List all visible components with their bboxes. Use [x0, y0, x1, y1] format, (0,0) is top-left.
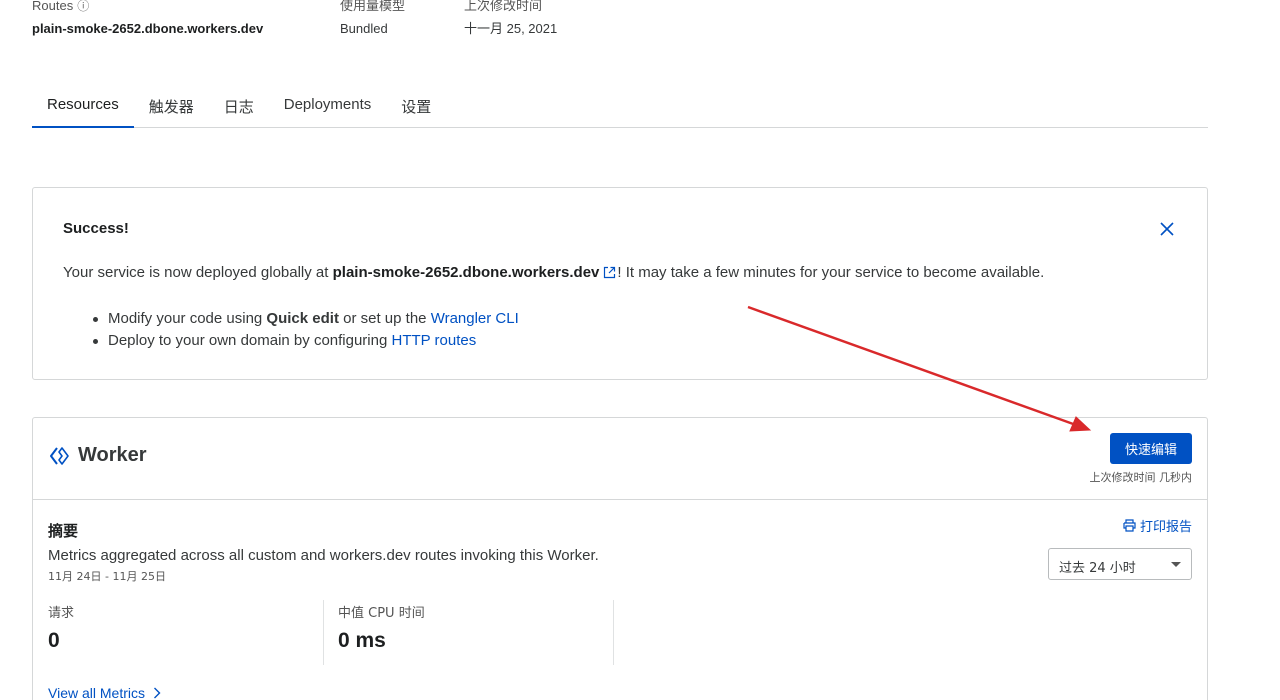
routes-meta: Routes ⓘ plain-smoke-2652.dbone.workers.… [32, 0, 263, 37]
last-modified-note: 上次修改时间 几秒内 [1089, 471, 1193, 484]
worker-page: Routes ⓘ plain-smoke-2652.dbone.workers.… [0, 0, 1280, 700]
routes-value: plain-smoke-2652.dbone.workers.dev [32, 21, 264, 36]
routes-label: Routes [32, 0, 74, 13]
info-icon[interactable]: ⓘ [77, 0, 89, 14]
tab-bar: Resources 触发器 日志 Deployments 设置 [32, 84, 1208, 128]
wrangler-cli-link[interactable]: Wrangler CLI [431, 310, 519, 327]
tab-deployments[interactable]: Deployments [269, 84, 387, 128]
summary-title: 摘要 [48, 522, 79, 540]
caret-down-icon [1171, 562, 1181, 567]
last-modified-meta: 上次修改时间 十一月 25, 2021 [464, 0, 557, 37]
print-icon [1123, 519, 1136, 532]
banner-list: Modify your code using Quick edit or set… [93, 308, 519, 352]
banner-message: Your service is now deployed globally at… [63, 264, 1045, 281]
tab-settings[interactable]: 设置 [386, 84, 446, 128]
tab-triggers[interactable]: 触发器 [134, 84, 209, 128]
time-range-value: 过去 24 小时 [1059, 561, 1136, 576]
divider [323, 600, 324, 665]
worker-icon [50, 447, 69, 465]
divider [613, 600, 614, 665]
summary-description: Metrics aggregated across all custom and… [48, 547, 599, 564]
tab-logs[interactable]: 日志 [209, 84, 269, 128]
metric-label: 中值 CPU 时间 [338, 606, 425, 621]
print-report-link[interactable]: 打印报告 [1123, 516, 1192, 535]
list-item: Modify your code using Quick edit or set… [93, 308, 519, 330]
success-banner: Success! Your service is now deployed gl… [32, 187, 1208, 380]
chevron-right-icon [154, 687, 161, 699]
view-all-metrics-link[interactable]: View all Metrics [48, 685, 161, 700]
metric-label: 请求 [48, 606, 75, 621]
last-modified-label: 上次修改时间 [464, 0, 543, 13]
list-item: Deploy to your own domain by configuring… [93, 330, 519, 352]
worker-title: Worker [78, 444, 147, 466]
deployed-domain: plain-smoke-2652.dbone.workers.dev [332, 264, 600, 281]
tab-resources[interactable]: Resources [32, 84, 134, 128]
metric-value: 0 [48, 629, 60, 652]
last-modified-value: 十一月 25, 2021 [464, 21, 558, 36]
usage-model-meta: 使用量模型 Bundled [340, 0, 405, 37]
cpu-time-metric: 中值 CPU 时间 0 ms [338, 602, 425, 665]
http-routes-link[interactable]: HTTP routes [392, 332, 477, 349]
external-link-icon[interactable] [603, 266, 616, 279]
usage-model-value: Bundled [340, 21, 388, 36]
worker-card: Worker 快速编辑 上次修改时间 几秒内 摘要 Metrics aggreg… [32, 417, 1208, 700]
requests-metric: 请求 0 [48, 602, 74, 665]
metric-value: 0 ms [338, 629, 386, 652]
summary-date-range: 11月 24日 - 11月 25日 [48, 570, 166, 583]
quick-edit-button[interactable]: 快速编辑 [1110, 433, 1192, 464]
usage-model-label: 使用量模型 [340, 0, 406, 13]
banner-title: Success! [63, 220, 129, 237]
close-icon[interactable] [1159, 221, 1175, 237]
time-range-select[interactable]: 过去 24 小时 [1048, 548, 1192, 580]
worker-card-header: Worker 快速编辑 上次修改时间 几秒内 [33, 418, 1207, 500]
